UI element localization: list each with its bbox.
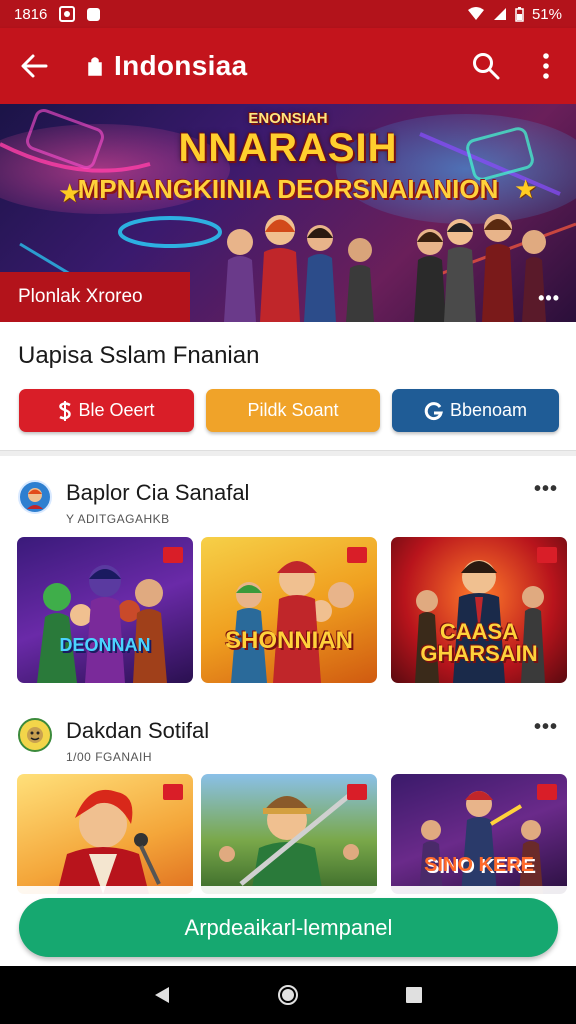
nav-home-icon[interactable] bbox=[277, 984, 299, 1006]
banner-badge: Plonlak Xroreo bbox=[0, 272, 190, 322]
avatar-character-icon bbox=[27, 488, 43, 509]
row-more-button[interactable]: ••• bbox=[534, 716, 558, 739]
system-nav-bar bbox=[0, 966, 576, 1024]
notification-square-icon bbox=[87, 7, 101, 21]
channel-meta: Y ADITGAGAHKB bbox=[66, 512, 170, 526]
banner-title: NNARASIH bbox=[178, 126, 398, 170]
channel-name[interactable]: Dakdan Sotifal bbox=[66, 718, 209, 744]
banner-subtitle: MPNANGKIINIA DEORSNAIANION bbox=[77, 174, 499, 204]
battery-level: 51% bbox=[531, 5, 562, 23]
back-button[interactable] bbox=[0, 28, 68, 104]
section-divider bbox=[0, 450, 576, 456]
primary-red-button[interactable]: Ble Oeert bbox=[19, 389, 194, 432]
app-bar: Indonsiaa bbox=[0, 28, 576, 104]
game-tile[interactable]: DEONNAN bbox=[17, 537, 193, 683]
search-button[interactable] bbox=[456, 28, 516, 104]
status-bar: 1816 51% bbox=[0, 0, 576, 28]
tile-badge bbox=[347, 547, 367, 563]
blue-button[interactable]: Bbenoam bbox=[392, 389, 559, 432]
orange-button[interactable]: Pildk Soant bbox=[206, 389, 380, 432]
nav-back-icon[interactable] bbox=[153, 985, 171, 1005]
signal-icon bbox=[493, 8, 506, 20]
dollar-icon bbox=[59, 400, 72, 421]
more-vertical-icon bbox=[543, 53, 549, 79]
tile-badge bbox=[163, 784, 183, 800]
tile-title: DEONNAN bbox=[59, 635, 151, 655]
row-more-button[interactable]: ••• bbox=[534, 478, 558, 501]
nav-recents-icon[interactable] bbox=[405, 986, 423, 1004]
status-time: 1816 bbox=[14, 5, 48, 23]
banner-kicker: ENONSIAH bbox=[248, 110, 328, 127]
arrow-left-icon bbox=[21, 54, 48, 78]
tile-badge bbox=[537, 547, 557, 563]
wifi-icon bbox=[467, 7, 484, 20]
section-title: Uapisa Sslam Fnanian bbox=[18, 342, 260, 369]
star-icon: ★ bbox=[58, 178, 82, 208]
hero-banner[interactable]: ENONSIAH NNARASIH MPNANGKIINIA DEORSNAIA… bbox=[0, 104, 576, 322]
overflow-menu-button[interactable] bbox=[516, 28, 576, 104]
channel-row-header[interactable]: Baplor Cia Sanafal Y ADITGAGAHKB ••• bbox=[18, 478, 558, 526]
tile-badge bbox=[163, 547, 183, 563]
shop-icon bbox=[88, 57, 102, 76]
search-icon bbox=[473, 53, 500, 80]
primary-cta-button[interactable]: Arpdeaikarl-lempanel bbox=[19, 898, 558, 957]
game-tile[interactable]: CAASA GHARSAIN bbox=[391, 537, 567, 683]
tile-badge bbox=[347, 784, 367, 800]
blue-button-label: Bbenoam bbox=[449, 400, 528, 420]
channel-meta: 1/00 FGANAIH bbox=[66, 750, 153, 764]
star-icon: ★ bbox=[514, 174, 538, 204]
channel-row-header[interactable]: Dakdan Sotifal 1/00 FGANAIH ••• bbox=[18, 716, 558, 764]
avatar-character-icon bbox=[27, 727, 43, 743]
battery-icon bbox=[515, 6, 524, 22]
banner-more-dots[interactable]: ••• bbox=[538, 288, 560, 309]
avatar[interactable] bbox=[18, 480, 52, 514]
red-button-label: Ble Oeert bbox=[78, 400, 155, 420]
game-tile[interactable] bbox=[201, 774, 377, 894]
g-icon bbox=[424, 401, 443, 420]
orange-button-label: Pildk Soant bbox=[247, 400, 339, 420]
tile-title: CAASA GHARSAIN bbox=[420, 619, 538, 666]
tile-title: SHONNIAN bbox=[224, 627, 353, 654]
channel-name[interactable]: Baplor Cia Sanafal bbox=[66, 480, 249, 506]
tile-badge bbox=[537, 784, 557, 800]
game-tile[interactable]: SHONNIAN bbox=[201, 537, 377, 683]
notification-icon bbox=[59, 6, 76, 22]
page-title: Indonsiaa bbox=[114, 50, 248, 81]
game-tile[interactable] bbox=[17, 774, 193, 894]
tile-title: SINO KERE bbox=[423, 854, 535, 876]
avatar[interactable] bbox=[18, 718, 52, 752]
game-tile[interactable]: SINO KERE bbox=[391, 774, 567, 894]
characters-illustration bbox=[224, 214, 546, 322]
